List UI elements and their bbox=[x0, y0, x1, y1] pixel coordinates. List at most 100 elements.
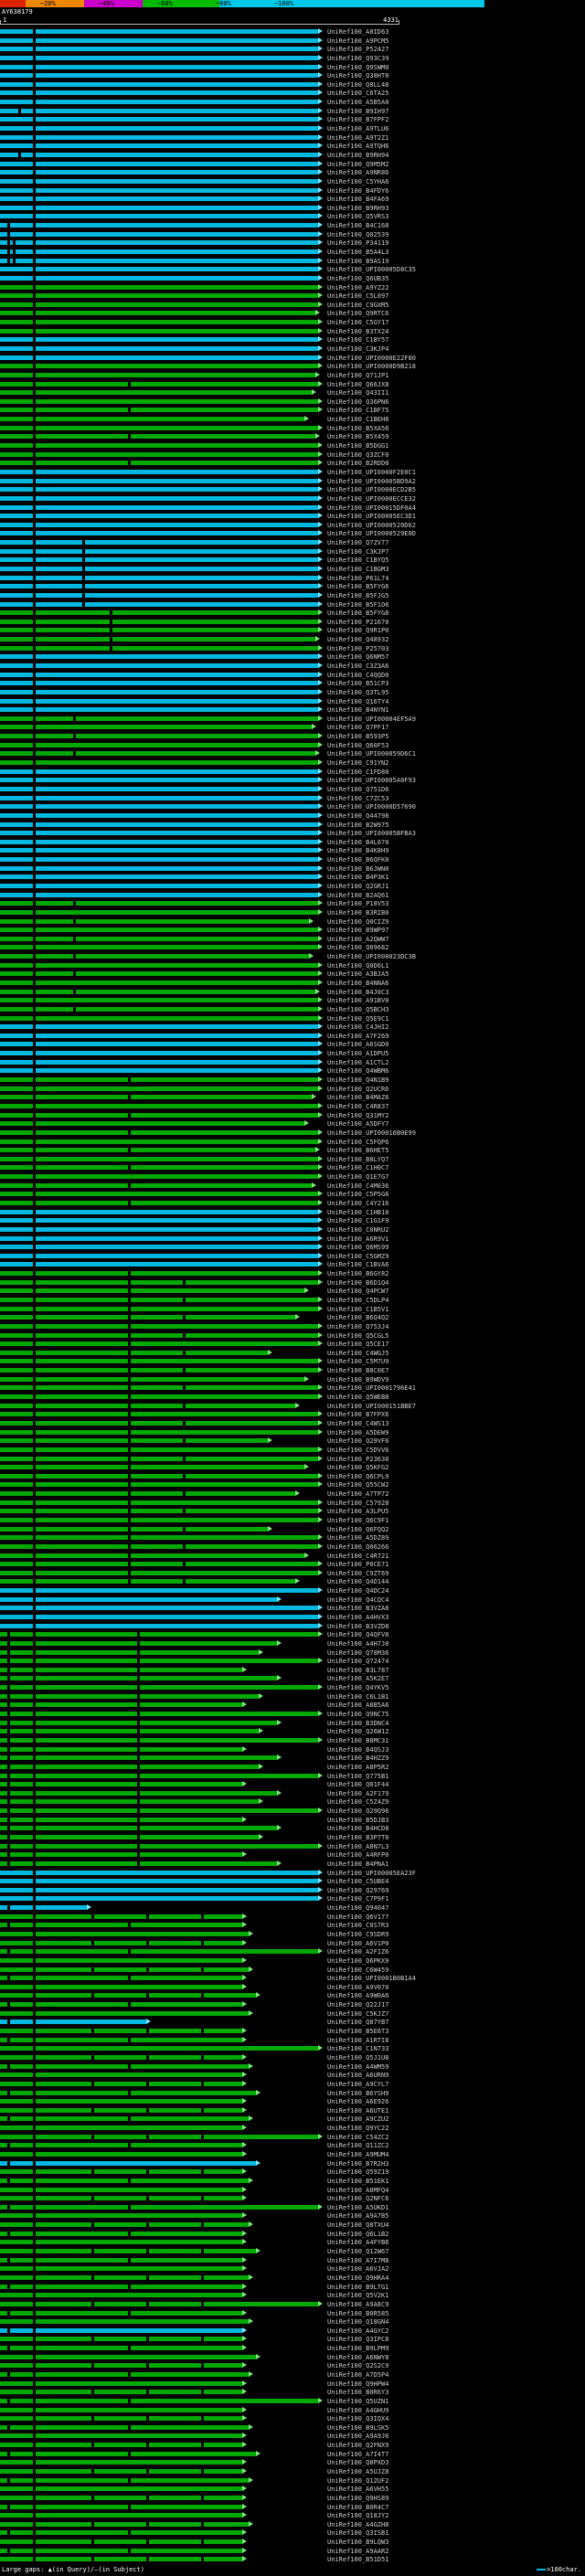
hit-bar[interactable] bbox=[0, 293, 319, 299]
hit-bar[interactable] bbox=[0, 1226, 319, 1232]
hit-bar[interactable] bbox=[0, 1341, 319, 1347]
hit-label[interactable]: UniRef100_C1G1F9 bbox=[327, 1217, 388, 1224]
hit-label[interactable]: UniRef100_A8B5A6 bbox=[327, 1701, 388, 1709]
hit-label[interactable]: UniRef100_B4L070 bbox=[327, 839, 388, 846]
hit-label[interactable]: UniRef100_C5M7U9 bbox=[327, 1358, 388, 1365]
hit-label[interactable]: UniRef100_C7P9F1 bbox=[327, 1895, 388, 1903]
hit-label[interactable]: UniRef100_C57928 bbox=[327, 1500, 388, 1507]
hit-label[interactable]: UniRef100_B3RIB0 bbox=[327, 909, 388, 917]
hit-bar[interactable] bbox=[0, 1209, 319, 1214]
hit-label[interactable]: UniRef100_Q87YB7 bbox=[327, 2019, 388, 2026]
hit-label[interactable]: UniRef100_Q36PN6 bbox=[327, 398, 388, 406]
hit-label[interactable]: UniRef100_A6UTE1 bbox=[327, 2107, 388, 2115]
hit-bar[interactable] bbox=[0, 839, 319, 844]
hit-label[interactable]: UniRef100_Q72474 bbox=[327, 1658, 388, 1665]
hit-label[interactable]: UniRef100_Q29Q96 bbox=[327, 1807, 388, 1815]
hit-bar[interactable] bbox=[0, 628, 319, 633]
hit-bar[interactable] bbox=[0, 1148, 316, 1153]
hit-label[interactable]: UniRef100_A6VJA2 bbox=[327, 2265, 388, 2273]
hit-label[interactable]: UniRef100_B6QFK0 bbox=[327, 856, 388, 864]
hit-bar[interactable] bbox=[0, 962, 319, 968]
hit-bar[interactable] bbox=[0, 249, 319, 254]
hit-bar[interactable] bbox=[0, 909, 319, 915]
hit-bar[interactable] bbox=[0, 2257, 243, 2263]
hit-label[interactable]: UniRef100_A91BV0 bbox=[327, 997, 388, 1004]
hit-label[interactable]: UniRef100_B9AS19 bbox=[327, 258, 388, 265]
hit-label[interactable]: UniRef100_Q9R1P0 bbox=[327, 627, 388, 634]
hit-label[interactable]: UniRef100_B4PNA1 bbox=[327, 1860, 388, 1868]
hit-label[interactable]: UniRef100_B0R4C7 bbox=[327, 2504, 388, 2511]
hit-bar[interactable] bbox=[0, 2380, 243, 2386]
hit-label[interactable]: UniRef100_C1N733 bbox=[327, 2045, 388, 2052]
hit-bar[interactable] bbox=[0, 1615, 319, 1620]
hit-bar[interactable] bbox=[0, 1271, 319, 1277]
hit-bar[interactable] bbox=[0, 1913, 243, 1919]
hit-label[interactable]: UniRef100_Q6PKX9 bbox=[327, 1957, 388, 1965]
hit-label[interactable]: UniRef100_Q3ISB1 bbox=[327, 2529, 388, 2537]
hit-label[interactable]: UniRef100_Q4WBM6 bbox=[327, 1067, 388, 1075]
hit-bar[interactable] bbox=[0, 1288, 304, 1294]
hit-label[interactable]: UniRef100_C1FD80 bbox=[327, 769, 388, 776]
hit-bar[interactable] bbox=[0, 812, 319, 818]
hit-bar[interactable] bbox=[0, 1949, 319, 1955]
hit-bar[interactable] bbox=[0, 1712, 319, 1717]
hit-bar[interactable] bbox=[0, 1129, 319, 1135]
hit-bar[interactable] bbox=[0, 522, 319, 527]
hit-bar[interactable] bbox=[0, 1905, 87, 1911]
hit-bar[interactable] bbox=[0, 1473, 319, 1479]
hit-bar[interactable] bbox=[0, 1103, 319, 1108]
hit-label[interactable]: UniRef100_A4H7J0 bbox=[327, 1640, 388, 1648]
hit-bar[interactable] bbox=[0, 1359, 319, 1364]
hit-label[interactable]: UniRef100_C5P5G6 bbox=[327, 1191, 388, 1198]
hit-bar[interactable] bbox=[0, 1517, 319, 1522]
hit-bar[interactable] bbox=[0, 29, 319, 34]
hit-bar[interactable] bbox=[0, 1500, 319, 1505]
hit-bar[interactable] bbox=[0, 769, 319, 774]
hit-label[interactable]: UniRef100_C5UBE4 bbox=[327, 1878, 388, 1885]
hit-bar[interactable] bbox=[0, 337, 319, 343]
hit-label[interactable]: UniRef100_UPI0000D9B218 bbox=[327, 363, 416, 370]
hit-bar[interactable] bbox=[0, 231, 319, 237]
hit-bar[interactable] bbox=[0, 1051, 319, 1056]
hit-label[interactable]: UniRef100_P23638 bbox=[327, 1456, 388, 1463]
hit-bar[interactable] bbox=[0, 1042, 319, 1047]
hit-label[interactable]: UniRef100_C4M036 bbox=[327, 1182, 388, 1190]
hit-bar[interactable] bbox=[0, 1509, 319, 1514]
hit-label[interactable]: UniRef100_UPI00015DF0A4 bbox=[327, 504, 416, 512]
hit-bar[interactable] bbox=[0, 689, 319, 694]
hit-bar[interactable] bbox=[0, 1306, 319, 1311]
hit-bar[interactable] bbox=[0, 2371, 250, 2377]
hit-label[interactable]: UniRef100_B5DGG1 bbox=[327, 442, 388, 450]
hit-label[interactable]: UniRef100_UPI0001796E41 bbox=[327, 1384, 416, 1392]
hit-bar[interactable] bbox=[0, 1447, 319, 1452]
hit-label[interactable]: UniRef100_A9V070 bbox=[327, 1984, 388, 1991]
hit-bar[interactable] bbox=[0, 1852, 243, 1858]
hit-label[interactable]: UniRef100_Q6CPL9 bbox=[327, 1473, 388, 1480]
hit-bar[interactable] bbox=[0, 478, 319, 483]
hit-bar[interactable] bbox=[0, 1808, 319, 1814]
hit-label[interactable]: UniRef100_C6TA25 bbox=[327, 90, 388, 97]
hit-label[interactable]: UniRef100_A9NR86 bbox=[327, 169, 388, 176]
hit-label[interactable]: UniRef100_B3P7T0 bbox=[327, 1834, 388, 1841]
hit-label[interactable]: UniRef100_Q4DC24 bbox=[327, 1587, 388, 1595]
hit-bar[interactable] bbox=[0, 1667, 243, 1672]
hit-label[interactable]: UniRef100_Q93C39 bbox=[327, 55, 388, 62]
hit-bar[interactable] bbox=[0, 637, 316, 642]
hit-label[interactable]: UniRef100_B9WP97 bbox=[327, 927, 388, 934]
hit-bar[interactable] bbox=[0, 2390, 243, 2395]
hit-bar[interactable] bbox=[0, 1253, 319, 1258]
hit-bar[interactable] bbox=[0, 1579, 295, 1585]
hit-bar[interactable] bbox=[0, 2495, 243, 2500]
hit-label[interactable]: UniRef100_C1B5V1 bbox=[327, 1306, 388, 1313]
hit-bar[interactable] bbox=[0, 1940, 243, 1945]
hit-label[interactable]: UniRef100_UPI0000F2E0C1 bbox=[327, 469, 416, 476]
hit-bar[interactable] bbox=[0, 64, 319, 69]
hit-label[interactable]: UniRef100_A9CZU2 bbox=[327, 2115, 388, 2123]
hit-label[interactable]: UniRef100_A5DFY7 bbox=[327, 1120, 388, 1128]
hit-bar[interactable] bbox=[0, 725, 312, 730]
hit-label[interactable]: UniRef100_A1RTI8 bbox=[327, 2037, 388, 2044]
hit-label[interactable]: UniRef100_A7D5P4 bbox=[327, 2371, 388, 2379]
hit-label[interactable]: UniRef100_C5DLP4 bbox=[327, 1297, 388, 1304]
hit-bar[interactable] bbox=[0, 2460, 243, 2465]
hit-label[interactable]: UniRef100_UPI0000ECCE32 bbox=[327, 495, 416, 503]
